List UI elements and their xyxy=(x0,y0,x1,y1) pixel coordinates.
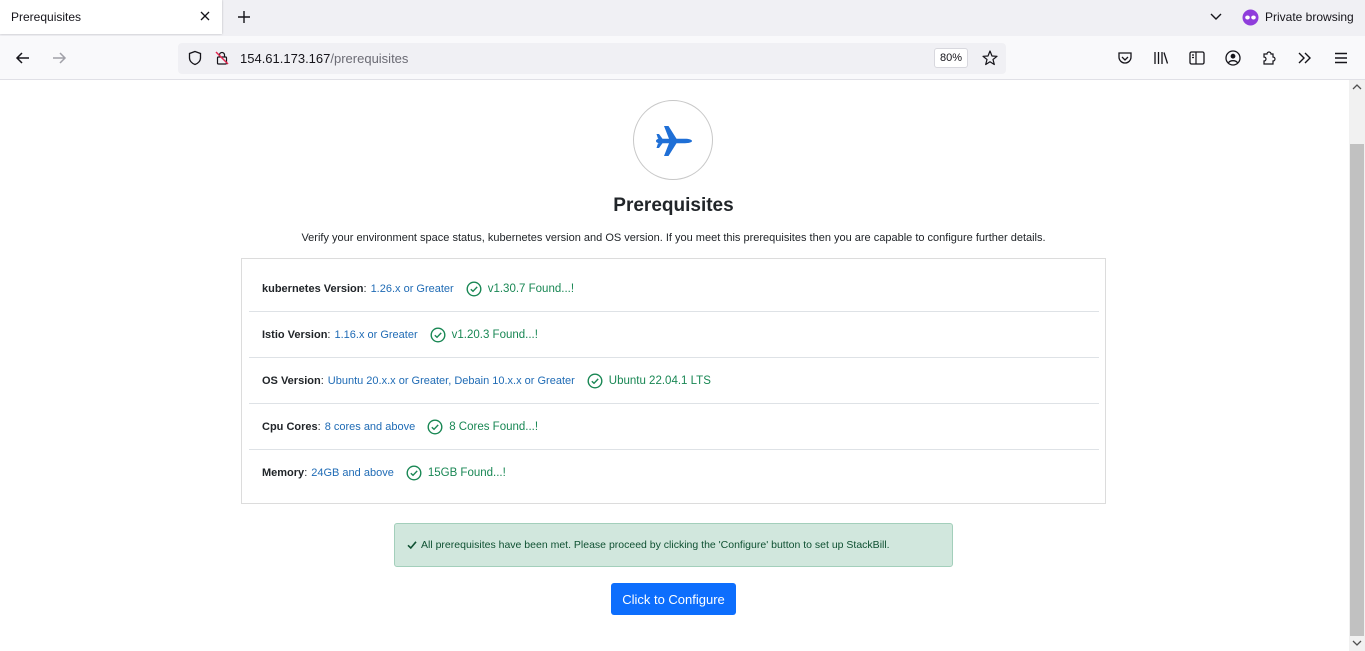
tab-title: Prerequisites xyxy=(11,10,82,24)
tab-prerequisites[interactable]: Prerequisites xyxy=(0,0,222,34)
requirement-row-memory: Memory : 24GB and above 15GB Found...! xyxy=(249,450,1099,496)
forward-arrow-icon[interactable] xyxy=(49,48,69,68)
private-browsing-indicator: Private browsing xyxy=(1242,8,1354,26)
tab-strip: Prerequisites Private browsing xyxy=(0,0,1365,36)
requirement-found: 15GB Found...! xyxy=(427,467,506,479)
private-browsing-label: Private browsing xyxy=(1265,10,1354,24)
back-arrow-icon[interactable] xyxy=(13,48,33,68)
requirement-label: kubernetes Version xyxy=(262,282,364,295)
requirement-label: Memory xyxy=(262,467,305,479)
requirement-needed: 1.26.x or Greater xyxy=(370,282,454,295)
shield-icon[interactable] xyxy=(187,50,203,66)
close-icon[interactable] xyxy=(197,8,213,24)
page-title: Prerequisites xyxy=(613,195,734,216)
requirement-label: OS Version xyxy=(262,374,321,387)
account-icon[interactable] xyxy=(1223,48,1243,68)
pocket-icon[interactable] xyxy=(1115,48,1135,68)
chevron-down-icon[interactable] xyxy=(1208,8,1224,24)
requirement-found: Ubuntu 22.04.1 LTS xyxy=(608,374,711,387)
url-host: 154.61.173.167 xyxy=(240,51,331,66)
requirement-separator: : xyxy=(304,467,308,479)
success-alert: All prerequisites have been met. Please … xyxy=(394,523,953,567)
check-circle-icon xyxy=(430,326,446,343)
check-circle-icon xyxy=(427,418,443,435)
check-circle-icon xyxy=(587,372,603,389)
requirement-found: v1.20.3 Found...! xyxy=(451,328,538,341)
airplane-icon xyxy=(656,126,692,156)
requirement-row-cpu: Cpu Cores : 8 cores and above 8 Cores Fo… xyxy=(249,404,1099,450)
extensions-icon[interactable] xyxy=(1259,48,1279,68)
url-path: /prerequisites xyxy=(330,51,409,66)
page-content: Prerequisites Verify your environment sp… xyxy=(0,81,1349,651)
private-mask-icon xyxy=(1242,9,1259,25)
library-icon[interactable] xyxy=(1151,48,1171,68)
requirement-row-istio: Istio Version : 1.16.x or Greater v1.20.… xyxy=(249,312,1099,358)
requirement-found: v1.30.7 Found...! xyxy=(487,282,575,295)
configure-button[interactable]: Click to Configure xyxy=(611,583,736,615)
sidebar-icon[interactable] xyxy=(1187,48,1207,68)
requirement-needed: Ubuntu 20.x.x or Greater, Debain 10.x.x … xyxy=(327,374,575,387)
requirement-found: 8 Cores Found...! xyxy=(449,420,539,433)
scrollbar-thumb[interactable] xyxy=(1350,144,1364,636)
requirement-label: Istio Version xyxy=(262,328,328,341)
url-text[interactable]: 154.61.173.167/prerequisites xyxy=(240,51,408,66)
logo-badge xyxy=(633,100,713,180)
requirement-separator: : xyxy=(320,374,324,387)
page-description: Verify your environment space status, ku… xyxy=(301,232,1046,244)
url-bar[interactable]: 154.61.173.167/prerequisites 80% xyxy=(178,43,1006,74)
requirement-separator: : xyxy=(317,420,321,433)
requirement-row-os: OS Version : Ubuntu 20.x.x or Greater, D… xyxy=(249,358,1099,404)
requirements-list: kubernetes Version : 1.26.x or Greater v… xyxy=(241,258,1106,504)
requirement-separator: : xyxy=(327,328,331,341)
check-circle-icon xyxy=(466,280,482,297)
plus-icon[interactable] xyxy=(234,7,254,27)
requirement-needed: 24GB and above xyxy=(311,467,394,479)
requirement-needed: 8 cores and above xyxy=(324,420,416,433)
requirement-row-kubernetes: kubernetes Version : 1.26.x or Greater v… xyxy=(249,266,1099,312)
insecure-lock-icon[interactable] xyxy=(214,50,230,66)
hamburger-menu-icon[interactable] xyxy=(1331,48,1351,68)
navigation-toolbar: 154.61.173.167/prerequisites 80% xyxy=(0,36,1365,80)
checkmark-icon xyxy=(407,541,417,550)
requirement-needed: 1.16.x or Greater xyxy=(334,328,418,341)
scroll-up-arrow-icon[interactable] xyxy=(1352,82,1362,92)
requirement-separator: : xyxy=(363,282,367,295)
requirement-label: Cpu Cores xyxy=(262,420,318,433)
zoom-level-button[interactable]: 80% xyxy=(934,48,968,68)
bookmark-star-icon[interactable] xyxy=(981,49,999,67)
scroll-down-arrow-icon[interactable] xyxy=(1352,638,1362,648)
alert-message: All prerequisites have been met. Please … xyxy=(421,539,890,551)
overflow-chevron-icon[interactable] xyxy=(1295,48,1315,68)
check-circle-icon xyxy=(406,465,422,481)
